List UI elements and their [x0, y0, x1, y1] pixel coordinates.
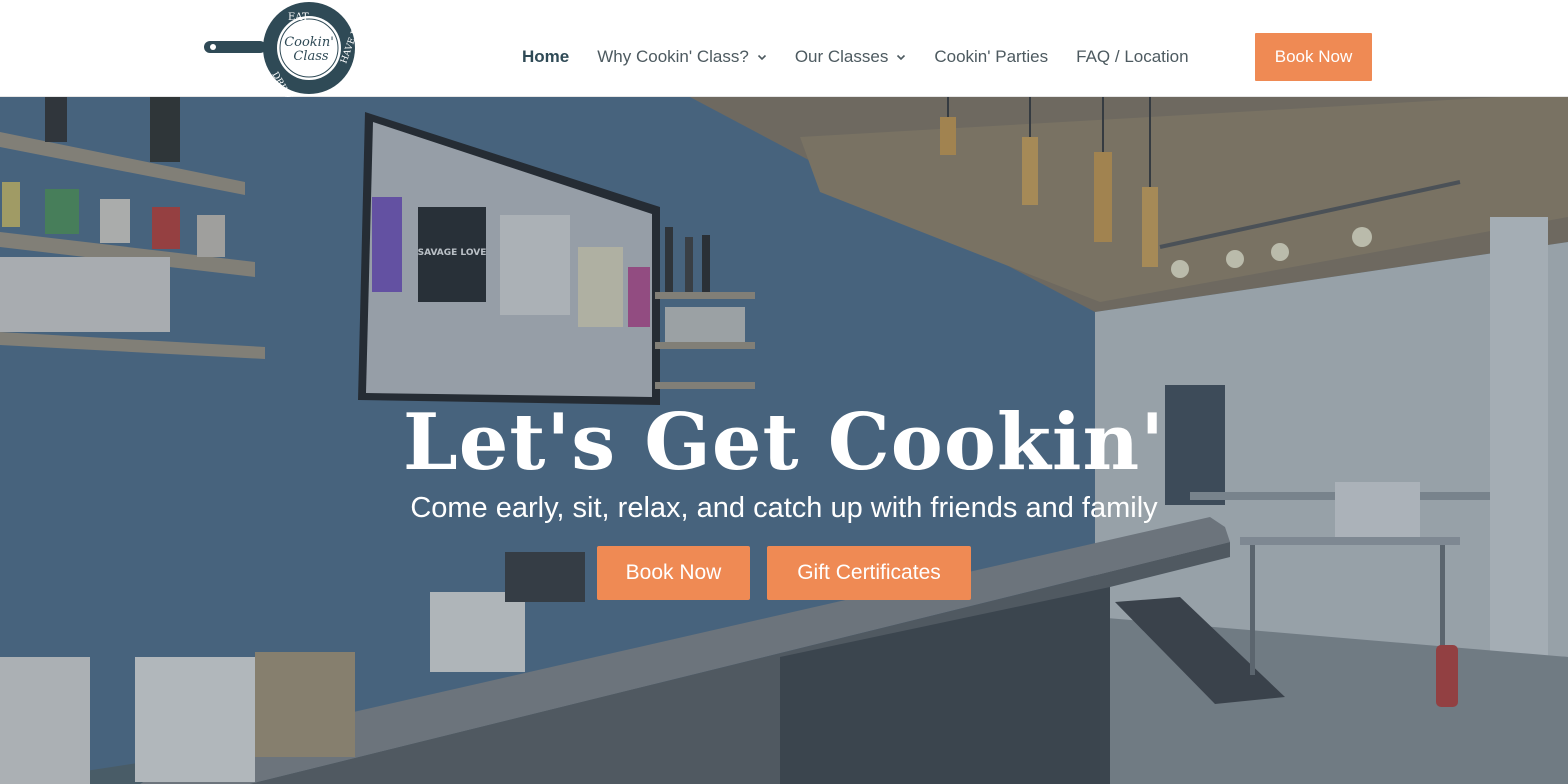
hero-subtitle: Come early, sit, relax, and catch up wit…	[410, 492, 1158, 524]
chevron-down-icon	[896, 52, 906, 62]
nav-book-now-label: Book Now	[1274, 47, 1353, 66]
main-nav: Home Why Cookin' Class? Our Classes Cook…	[522, 33, 1217, 81]
nav-home-label: Home	[522, 47, 570, 66]
site-logo[interactable]: Cookin' Class EAT DRINK HAVE FUN	[200, 0, 360, 97]
svg-text:EAT: EAT	[288, 12, 309, 23]
hero-book-now-button[interactable]: Book Now	[597, 546, 750, 600]
nav-classes-label: Our Classes	[794, 47, 889, 66]
hero-book-now-label: Book Now	[625, 561, 722, 584]
gift-certificates-label: Gift Certificates	[797, 561, 941, 584]
nav-our-classes[interactable]: Our Classes	[795, 33, 907, 81]
nav-why-cookin-class[interactable]: Why Cookin' Class?	[597, 33, 767, 81]
svg-text:Cookin': Cookin'	[284, 35, 334, 50]
nav-faq-label: FAQ / Location	[1076, 47, 1189, 66]
svg-text:Class: Class	[293, 49, 329, 64]
nav-faq-location[interactable]: FAQ / Location	[1076, 33, 1188, 81]
nav-home[interactable]: Home	[522, 33, 569, 81]
nav-why-label: Why Cookin' Class?	[597, 47, 749, 66]
chevron-down-icon	[757, 52, 767, 62]
gift-certificates-button[interactable]: Gift Certificates	[767, 546, 971, 600]
nav-parties-label: Cookin' Parties	[934, 47, 1049, 66]
nav-cookin-parties[interactable]: Cookin' Parties	[934, 33, 1048, 81]
skillet-logo-icon: Cookin' Class EAT DRINK HAVE FUN	[204, 2, 360, 97]
hero-title: Let's Get Cookin'	[402, 397, 1166, 488]
hero-section: SAVAGE LOVE Let's Get Cookin' Come early…	[0, 97, 1568, 784]
nav-book-now-button[interactable]: Book Now	[1255, 33, 1372, 81]
site-header: Cookin' Class EAT DRINK HAVE FUN Home Wh…	[0, 0, 1568, 97]
